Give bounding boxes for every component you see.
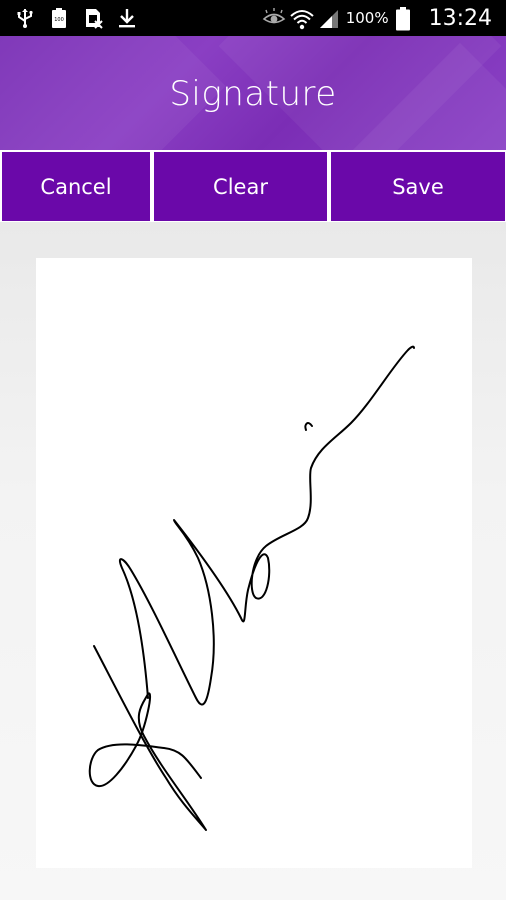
wifi-icon (290, 7, 314, 30)
signal-icon (318, 7, 340, 29)
battery-100-icon: 100 (48, 7, 70, 29)
cancel-button[interactable]: Cancel (2, 152, 150, 221)
status-left-icons: 100 (14, 7, 138, 29)
sim-missing-icon (82, 7, 104, 29)
content-area (0, 222, 506, 900)
status-right-icons: 100% 13:24 (262, 6, 492, 31)
save-button[interactable]: Save (331, 152, 505, 221)
status-bar: 100 100% 13:24 (0, 0, 506, 36)
signature-pad[interactable] (36, 258, 472, 868)
signature-stroke (88, 345, 415, 831)
status-time: 13:24 (428, 5, 492, 31)
action-toolbar: Cancel Clear Save (0, 150, 506, 222)
download-icon (116, 7, 138, 29)
battery-percent: 100% (345, 9, 389, 27)
eye-icon (262, 7, 285, 29)
battery-icon (395, 7, 417, 31)
usb-icon (14, 7, 36, 29)
svg-text:100: 100 (54, 17, 64, 23)
page-title: Signature (169, 74, 337, 114)
app-header: Signature (0, 36, 506, 150)
clear-button[interactable]: Clear (154, 152, 327, 221)
